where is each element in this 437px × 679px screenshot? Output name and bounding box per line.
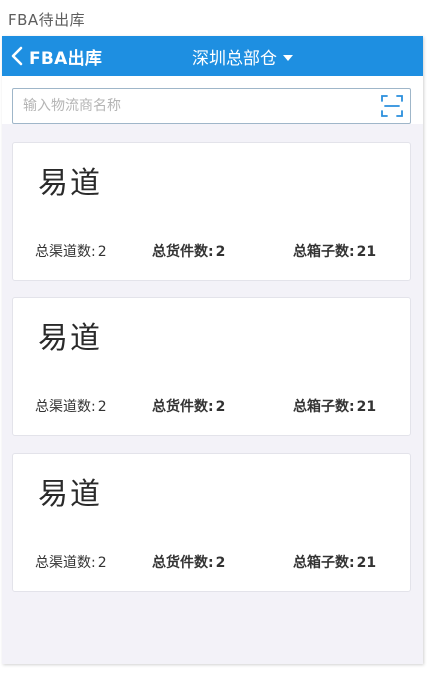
boxes-value: 21 (356, 244, 377, 260)
caret-down-icon (277, 46, 293, 66)
channels-stat: 总渠道数: 2 (35, 396, 107, 416)
scan-icon[interactable] (381, 95, 403, 117)
channels-value: 2 (97, 555, 107, 571)
goods-stat: 总货件数: 2 (152, 552, 225, 572)
search-row (2, 76, 423, 124)
carrier-card[interactable]: 易道 总渠道数: 2 总货件数: 2 总箱子数: 21 (12, 297, 411, 436)
boxes-stat: 总箱子数: 21 (293, 552, 376, 572)
boxes-value: 21 (356, 399, 377, 415)
channels-stat: 总渠道数: 2 (35, 241, 107, 261)
channels-label: 总渠道数: (35, 244, 96, 260)
goods-stat: 总货件数: 2 (152, 241, 225, 261)
app-header: FBA出库 深圳总部仓 (2, 36, 423, 76)
carrier-name: 易道 (38, 321, 102, 356)
boxes-stat: 总箱子数: 21 (293, 241, 376, 261)
boxes-label: 总箱子数: (293, 244, 355, 260)
carrier-card[interactable]: 易道 总渠道数: 2 总货件数: 2 总箱子数: 21 (12, 453, 411, 592)
channels-value: 2 (97, 244, 107, 260)
boxes-label: 总箱子数: (293, 555, 355, 571)
warehouse-label: 深圳总部仓 (192, 48, 277, 69)
channels-stat: 总渠道数: 2 (35, 552, 107, 572)
app-frame: FBA出库 深圳总部仓 输入物流商名称 易道 总渠道数: 2 总货件数: 2 总… (2, 36, 423, 664)
goods-value: 2 (215, 555, 226, 571)
search-input[interactable] (13, 89, 383, 123)
carrier-card[interactable]: 易道 总渠道数: 2 总货件数: 2 总箱子数: 21 (12, 142, 411, 281)
boxes-label: 总箱子数: (293, 399, 355, 415)
back-label: FBA出库 (29, 48, 103, 69)
goods-label: 总货件数: (152, 399, 214, 415)
goods-label: 总货件数: (152, 555, 214, 571)
boxes-stat: 总箱子数: 21 (293, 396, 376, 416)
channels-value: 2 (97, 399, 107, 415)
back-button[interactable]: FBA出库 (11, 36, 102, 76)
page-caption: FBA待出库 (8, 11, 86, 29)
chevron-left-icon (11, 46, 23, 66)
goods-value: 2 (215, 399, 226, 415)
boxes-value: 21 (356, 555, 377, 571)
carrier-name: 易道 (38, 166, 102, 201)
warehouse-dropdown[interactable]: 深圳总部仓 (192, 36, 293, 76)
carrier-name: 易道 (38, 477, 102, 512)
goods-label: 总货件数: (152, 244, 214, 260)
goods-stat: 总货件数: 2 (152, 396, 225, 416)
search-box (12, 88, 411, 124)
channels-label: 总渠道数: (35, 555, 96, 571)
goods-value: 2 (215, 244, 226, 260)
channels-label: 总渠道数: (35, 399, 96, 415)
